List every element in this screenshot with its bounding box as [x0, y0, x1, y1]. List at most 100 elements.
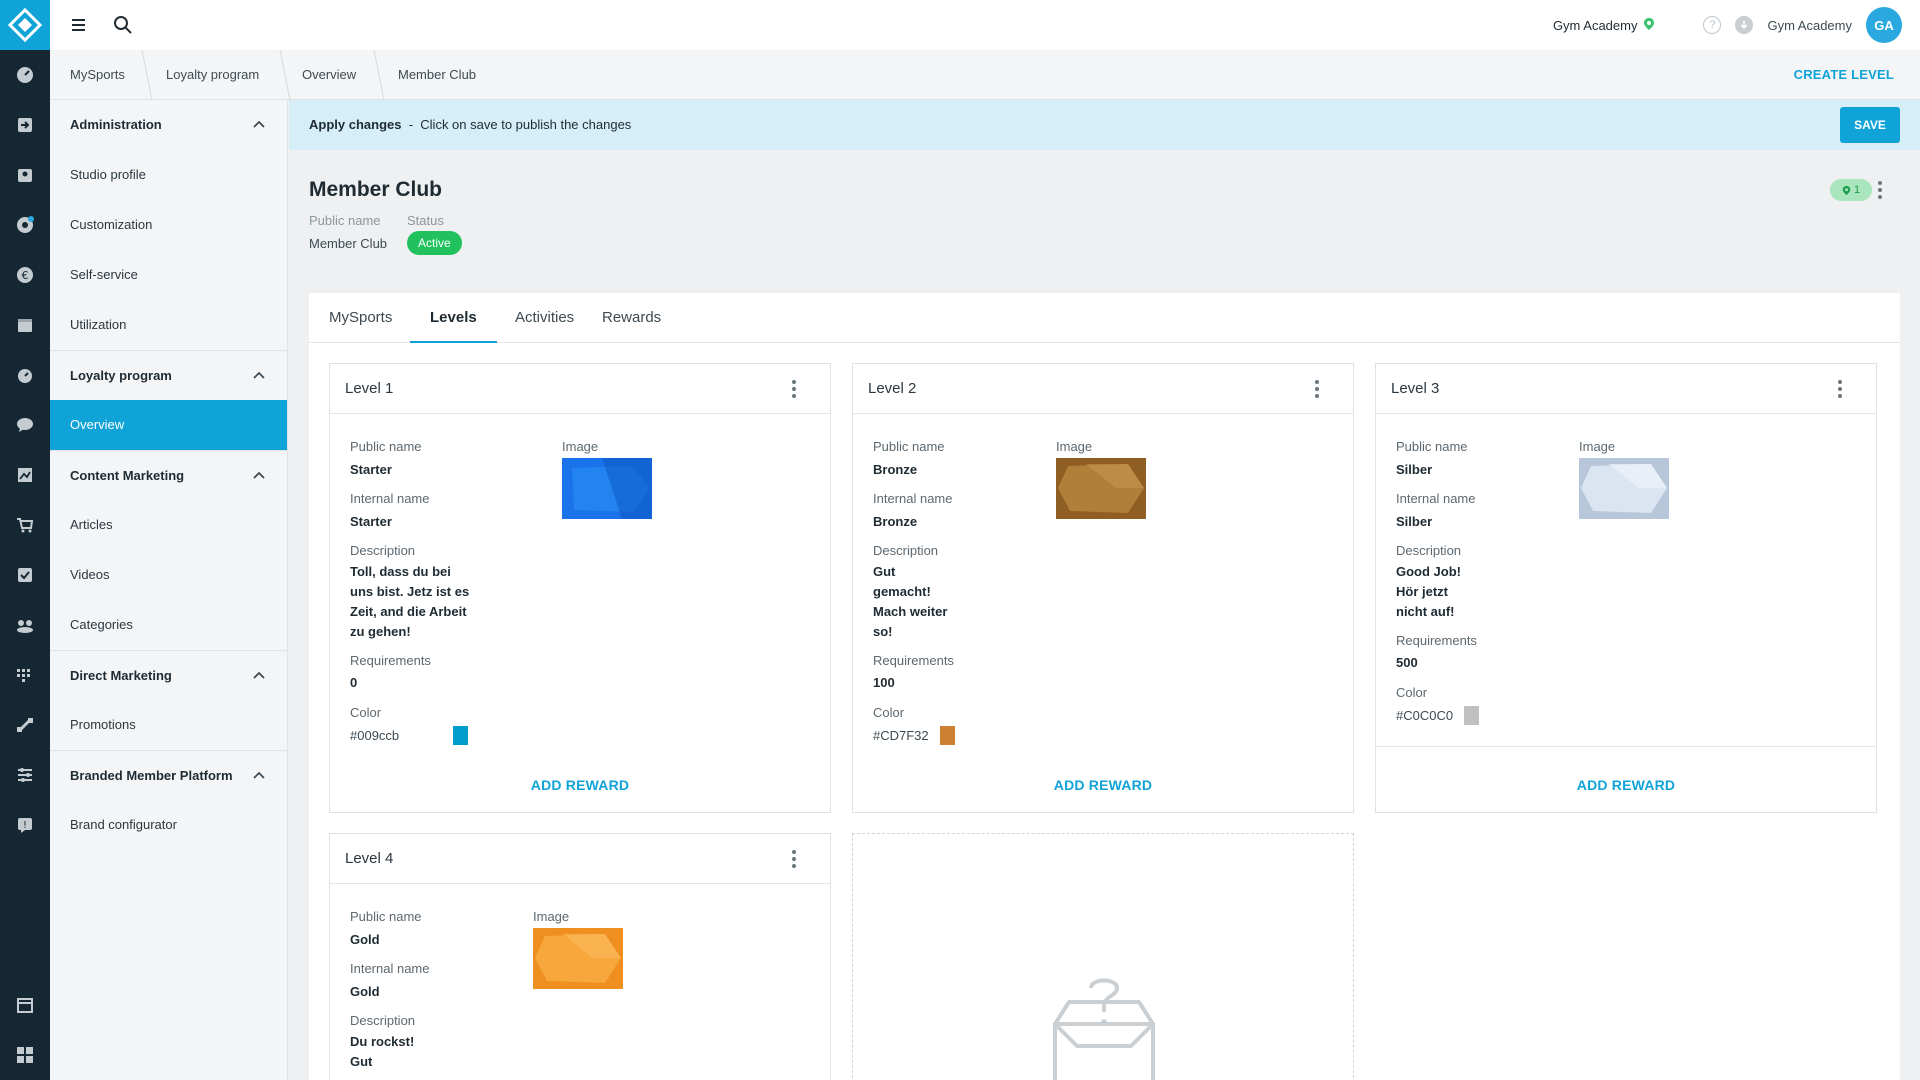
description-line: Hör jetzt [1396, 584, 1448, 599]
add-reward-button[interactable]: ADD REWARD [853, 777, 1353, 793]
analytics-icon[interactable] [13, 463, 37, 487]
level-title: Level 1 [345, 380, 394, 397]
sidebar-group-content-marketing[interactable]: Content Marketing [50, 450, 287, 500]
description-line: Toll, dass du bei [350, 564, 451, 579]
level-image[interactable] [533, 928, 623, 989]
level-more-options-icon[interactable] [1315, 380, 1319, 398]
sidebar-item-brand-configurator[interactable]: Brand configurator [50, 800, 287, 850]
public-name-label: Public name [1396, 439, 1468, 454]
tab-levels[interactable]: Levels [410, 293, 497, 343]
staff-icon[interactable] [13, 613, 37, 637]
public-name-label: Public name [350, 439, 422, 454]
sidebar-item-customization[interactable]: Customization [50, 200, 287, 250]
store-icon[interactable] [13, 993, 37, 1017]
page-title: Member Club [309, 178, 443, 201]
top-right-area: Gym Academy ? Gym Academy GA [1553, 7, 1902, 43]
level-more-options-icon[interactable] [792, 380, 796, 398]
apply-changes-banner: Apply changes - Click on save to publish… [289, 100, 1920, 150]
main-content: Apply changes - Click on save to publish… [289, 100, 1920, 1080]
chevron-up-icon [253, 471, 265, 479]
level-image[interactable] [1056, 458, 1146, 519]
top-bar: Gym Academy ? Gym Academy GA [50, 0, 1920, 50]
sidebar-item-categories[interactable]: Categories [50, 600, 287, 650]
description-label: Description [873, 543, 939, 558]
members-icon[interactable] [13, 163, 37, 187]
breadcrumb-item-loyalty-program[interactable]: Loyalty program [166, 50, 259, 100]
internal-name-value: Bronze [873, 514, 918, 529]
avatar[interactable]: GA [1866, 7, 1902, 43]
create-level-button[interactable]: CREATE LEVEL [1794, 50, 1894, 100]
hamburger-menu-icon[interactable] [68, 14, 90, 36]
color-label: Color [350, 705, 382, 720]
color-value: #009ccb [350, 728, 400, 743]
sidebar-item-utilization[interactable]: Utilization [50, 300, 287, 350]
sidebar-item-studio-profile[interactable]: Studio profile [50, 150, 287, 200]
chat-icon[interactable] [13, 413, 37, 437]
level-more-options-icon[interactable] [1838, 380, 1842, 398]
breadcrumb-item-overview[interactable]: Overview [302, 50, 356, 100]
grid-icon[interactable] [13, 663, 37, 687]
tab-rewards[interactable]: Rewards [582, 293, 681, 343]
sidebar-group-branded-member-platform[interactable]: Branded Member Platform [50, 750, 287, 800]
tab-activities[interactable]: Activities [495, 293, 594, 343]
sidebar-group-direct-marketing[interactable]: Direct Marketing [50, 650, 287, 700]
sidebar-group-administration[interactable]: Administration [50, 100, 287, 150]
timer-icon[interactable] [13, 363, 37, 387]
internal-name-label: Internal name [350, 961, 430, 976]
level-more-options-icon[interactable] [792, 850, 796, 868]
page-more-options-icon[interactable] [1878, 181, 1882, 199]
finance-icon[interactable]: € [13, 263, 37, 287]
description-line: Good Job! [1396, 564, 1461, 579]
calendar-icon[interactable] [13, 313, 37, 337]
description-line: Zeit, and die Arbeit [350, 604, 467, 619]
app-logo[interactable] [0, 0, 50, 50]
description-line: zu gehen! [350, 624, 411, 639]
shop-icon[interactable] [13, 513, 37, 537]
help-chat-icon[interactable]: ! [13, 813, 37, 837]
level-card: Level 4 Public name Gold Image Internal … [329, 833, 831, 1080]
breadcrumb-item-mysports[interactable]: MySports [70, 50, 125, 100]
public-name-value: Silber [1396, 462, 1433, 477]
tab-bar: MySports Levels Activities Rewards [309, 293, 1900, 343]
requirements-value: 100 [873, 675, 895, 690]
search-icon[interactable] [112, 14, 134, 36]
loyalty-icon[interactable] [13, 213, 37, 237]
sidebar-item-articles[interactable]: Articles [50, 500, 287, 550]
sidebar-item-videos[interactable]: Videos [50, 550, 287, 600]
sidebar-item-self-service[interactable]: Self-service [50, 250, 287, 300]
color-value: #CD7F32 [873, 728, 929, 743]
settings-sliders-icon[interactable] [13, 763, 37, 787]
sidebar-item-overview[interactable]: Overview [50, 400, 287, 450]
description-line: Gut [873, 564, 896, 579]
dashboard-icon[interactable] [13, 63, 37, 87]
add-reward-button[interactable]: ADD REWARD [330, 777, 830, 793]
empty-box-icon [1053, 978, 1155, 1080]
apps-icon[interactable] [13, 1043, 37, 1067]
user-name[interactable]: Gym Academy [1767, 18, 1852, 33]
location-count-badge[interactable]: 1 [1830, 179, 1872, 201]
sidebar-item-promotions[interactable]: Promotions [50, 700, 287, 750]
level-image[interactable] [1579, 458, 1669, 519]
level-image[interactable] [562, 458, 652, 519]
download-icon[interactable] [1735, 16, 1754, 34]
internal-name-label: Internal name [873, 491, 953, 506]
org-name[interactable]: Gym Academy [1553, 18, 1638, 33]
level-title: Level 2 [868, 380, 917, 397]
checkin-icon[interactable] [13, 113, 37, 137]
tab-mysports[interactable]: MySports [309, 293, 412, 343]
description-label: Description [1396, 543, 1462, 558]
equipment-icon[interactable] [13, 713, 37, 737]
help-icon[interactable]: ? [1703, 16, 1722, 34]
sidebar-group-label: Direct Marketing [70, 668, 172, 683]
public-name-label: Public name [309, 213, 381, 228]
level-card: Level 3 Public name Silber Image Interna… [1375, 363, 1877, 813]
empty-level-placeholder[interactable] [852, 833, 1354, 1080]
sidebar-group-loyalty-program[interactable]: Loyalty program [50, 350, 287, 400]
save-button[interactable]: SAVE [1840, 107, 1900, 143]
status-badge: Active [407, 231, 462, 255]
public-name-value: Starter [350, 462, 392, 477]
add-reward-button[interactable]: ADD REWARD [1376, 777, 1876, 793]
banner-message: Click on save to publish the changes [420, 117, 632, 132]
tasks-icon[interactable] [13, 563, 37, 587]
banner-separator: - [408, 117, 414, 132]
